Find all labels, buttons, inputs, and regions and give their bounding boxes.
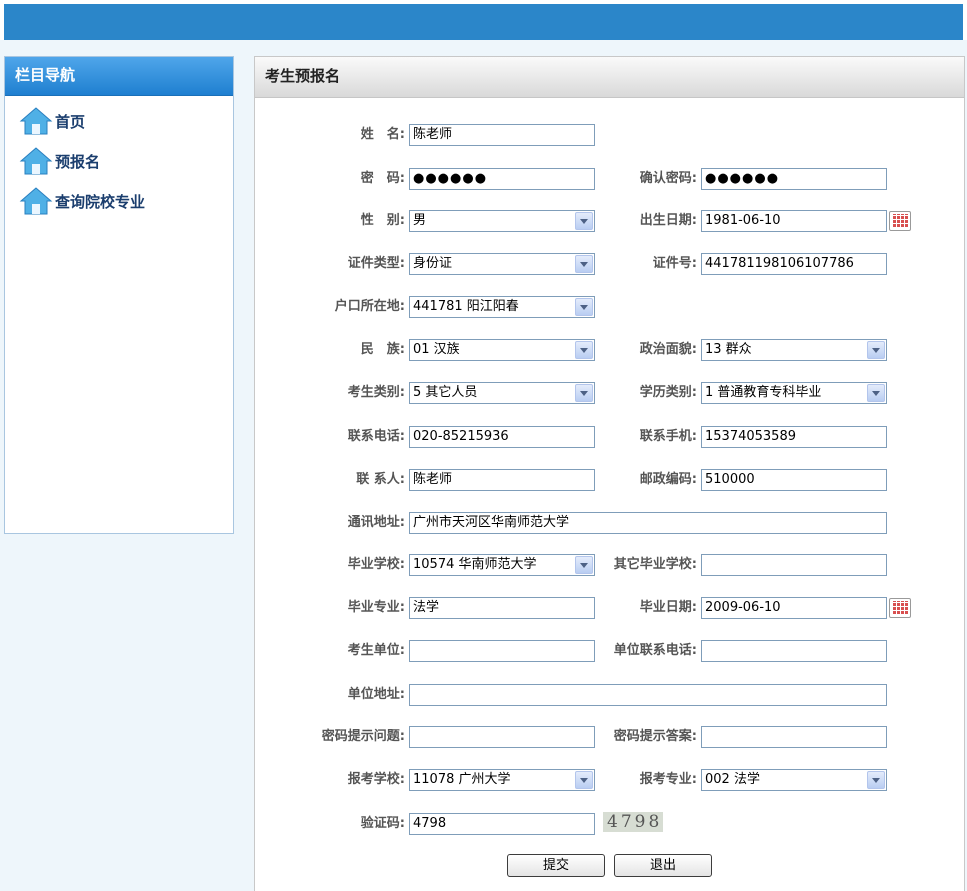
candidate-type-select[interactable]: 5 其它人员 [409,382,595,404]
ethnic-label: 民 族: [360,342,405,357]
other-school-field[interactable] [701,554,887,576]
main-panel: 考生预报名 姓 名: 陈老师 密 码: ●●●●●● 确认密码: ●●●●●● … [254,56,965,891]
id-type-select[interactable]: 身份证 [409,253,595,275]
chevron-down-icon[interactable] [575,298,593,316]
grad-major-field[interactable]: 法学 [409,597,595,619]
mobile-field[interactable]: 15374053589 [701,426,887,448]
apply-major-label: 报考专业: [639,772,697,787]
password-answer-label: 密码提示答案: [613,729,697,744]
political-select[interactable]: 13 群众 [701,339,887,361]
phone-label: 联系电话: [347,429,405,444]
chevron-down-icon[interactable] [867,341,885,359]
password-answer-field[interactable] [701,726,887,748]
password-question-label: 密码提示问题: [321,729,405,744]
calendar-icon[interactable] [889,211,911,231]
grad-major-label: 毕业专业: [347,600,405,615]
page-title: 考生预报名 [255,57,964,98]
house-icon [19,146,53,176]
captcha-field[interactable]: 4798 [409,813,595,835]
grad-school-value: 10574 华南师范大学 [413,557,537,572]
chevron-down-icon[interactable] [575,771,593,789]
confirm-password-label: 确认密码: [639,171,697,186]
mobile-label: 联系手机: [639,429,697,444]
name-label: 姓 名: [360,127,405,142]
gender-label: 性 别: [360,213,405,228]
chevron-down-icon[interactable] [867,771,885,789]
apply-school-select[interactable]: 11078 广州大学 [409,769,595,791]
phone-field[interactable]: 020-85215936 [409,426,595,448]
education-label: 学历类别: [639,385,697,400]
chevron-down-icon[interactable] [867,384,885,402]
chevron-down-icon[interactable] [575,341,593,359]
hukou-select[interactable]: 441781 阳江阳春 [409,296,595,318]
password-field[interactable]: ●●●●●● [409,168,595,190]
sidebar-item-preregister[interactable]: 预报名 [19,145,100,177]
exit-button[interactable]: 退出 [614,854,712,877]
house-icon [19,106,53,136]
contact-field[interactable]: 陈老师 [409,469,595,491]
id-number-field[interactable]: 441781198106107786 [701,253,887,275]
birth-date-field[interactable]: 1981-06-10 [701,210,887,232]
sidebar-item-label: 首页 [55,112,86,131]
password-question-field[interactable] [409,726,595,748]
gender-select[interactable]: 男 [409,210,595,232]
apply-school-value: 11078 广州大学 [413,772,511,787]
chevron-down-icon[interactable] [575,255,593,273]
chevron-down-icon[interactable] [575,212,593,230]
political-label: 政治面貌: [639,342,697,357]
ethnic-select[interactable]: 01 汉族 [409,339,595,361]
house-icon [19,186,53,216]
employer-phone-field[interactable] [701,640,887,662]
employer-label: 考生单位: [347,643,405,658]
apply-school-label: 报考学校: [347,772,405,787]
hukou-label: 户口所在地: [334,299,405,314]
password-label: 密 码: [360,171,405,186]
grad-date-label: 毕业日期: [639,600,697,615]
apply-major-value: 002 法学 [705,772,760,787]
chevron-down-icon[interactable] [575,384,593,402]
grad-school-label: 毕业学校: [347,557,405,572]
sidebar-item-home[interactable]: 首页 [19,105,85,137]
postcode-field[interactable]: 510000 [701,469,887,491]
education-select[interactable]: 1 普通教育专科毕业 [701,382,887,404]
name-field[interactable]: 陈老师 [409,124,595,146]
birth-date-label: 出生日期: [639,213,697,228]
employer-address-label: 单位地址: [347,687,405,702]
gender-value: 男 [413,213,427,228]
sidebar-title: 栏目导航 [5,57,233,96]
sidebar-item-label: 预报名 [55,152,101,171]
id-number-label: 证件号: [652,256,697,271]
captcha-label: 验证码: [360,816,405,831]
employer-phone-label: 单位联系电话: [613,643,697,658]
candidate-type-label: 考生类别: [347,385,405,400]
sidebar-item-query-majors[interactable]: 查询院校专业 [19,185,145,217]
submit-button[interactable]: 提交 [507,854,605,877]
postcode-label: 邮政编码: [639,472,697,487]
hukou-value: 441781 阳江阳春 [413,299,519,314]
sidebar-item-label: 查询院校专业 [55,192,146,211]
grad-date-field[interactable]: 2009-06-10 [701,597,887,619]
other-school-label: 其它毕业学校: [613,557,697,572]
ethnic-value: 01 汉族 [413,342,460,357]
top-banner [4,4,963,40]
contact-label: 联 系人: [356,472,405,487]
apply-major-select[interactable]: 002 法学 [701,769,887,791]
employer-address-field[interactable] [409,684,887,706]
address-label: 通讯地址: [347,515,405,530]
grad-school-select[interactable]: 10574 华南师范大学 [409,554,595,576]
candidate-type-value: 5 其它人员 [413,385,478,400]
address-field[interactable]: 广州市天河区华南师范大学 [409,512,887,534]
captcha-image[interactable]: 4798 [603,812,663,832]
confirm-password-field[interactable]: ●●●●●● [701,168,887,190]
political-value: 13 群众 [705,342,752,357]
sidebar: 栏目导航 首页 预报名 查询院校专业 [4,56,234,534]
id-type-value: 身份证 [413,256,453,271]
calendar-icon[interactable] [889,598,911,618]
education-value: 1 普通教育专科毕业 [705,385,822,400]
employer-field[interactable] [409,640,595,662]
id-type-label: 证件类型: [347,256,405,271]
